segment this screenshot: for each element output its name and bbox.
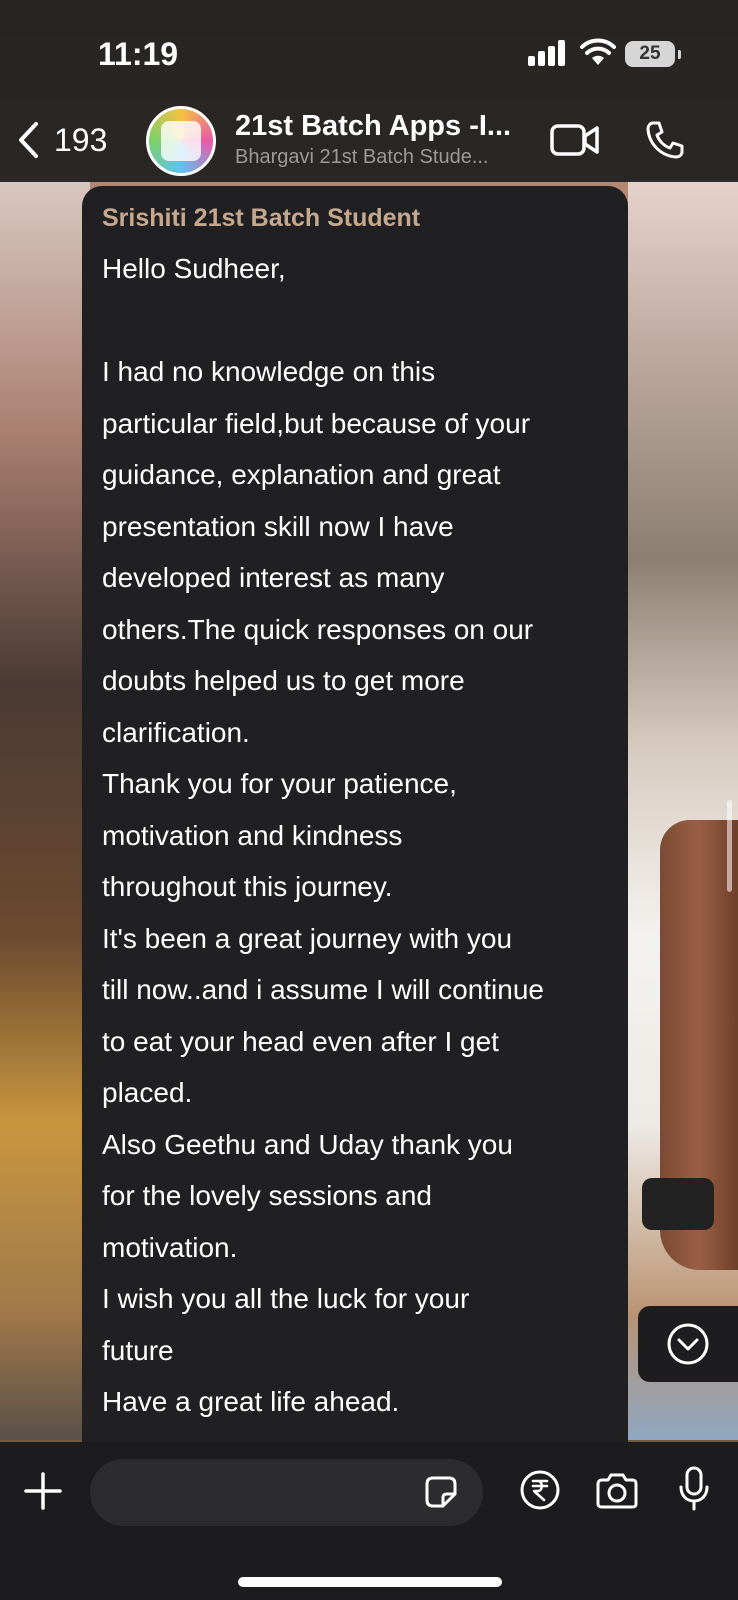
battery-icon: 25 — [625, 41, 681, 67]
message-line: motivation. — [102, 1231, 238, 1263]
message-line: others.The quick responses on our — [102, 613, 534, 645]
message-line: throughout this journey. — [102, 871, 393, 902]
message-line: motivation and kindness — [102, 819, 403, 851]
message-line: I had no knowledge on this — [102, 356, 436, 387]
payment-button[interactable] — [519, 1469, 561, 1516]
wallpaper-left-region — [0, 180, 90, 1440]
message-bubble[interactable]: Srishiti 21st Batch Student Hello Sudhee… — [82, 186, 628, 1446]
message-line: Also Geethu and Uday thank you — [102, 1128, 513, 1160]
phone-icon — [646, 121, 684, 159]
unread-count: 193 — [54, 121, 108, 158]
message-line: clarification. — [102, 716, 250, 748]
wallpaper-watch — [642, 1178, 714, 1230]
message-line: I wish you all the luck for your — [102, 1283, 470, 1314]
message-line: placed. — [102, 1077, 193, 1108]
chat-title[interactable]: 21st Batch Apps -I... — [235, 110, 511, 143]
message-line: developed interest as many — [102, 562, 445, 593]
message-line: Have a great life ahead. — [102, 1386, 400, 1417]
rupee-icon — [520, 1470, 560, 1510]
message-sender-name[interactable]: Srishiti 21st Batch Student — [102, 204, 610, 233]
message-line: for the lovely sessions and — [102, 1180, 432, 1211]
message-line: to eat your head even after I get — [102, 1025, 499, 1057]
sticker-button[interactable] — [423, 1474, 459, 1515]
microphone-icon — [679, 1466, 709, 1511]
message-line: guidance, explanation and great — [102, 459, 501, 490]
cellular-signal-icon — [528, 40, 568, 66]
camera-icon — [596, 1473, 638, 1509]
scroll-indicator[interactable] — [727, 800, 732, 892]
chevron-down-circle-icon — [667, 1323, 709, 1365]
message-line: future — [102, 1334, 174, 1366]
chat-subtitle[interactable]: Bhargavi 21st Batch Stude... — [235, 146, 489, 169]
scroll-to-bottom-button[interactable] — [638, 1306, 738, 1382]
video-camera-icon — [550, 124, 599, 156]
back-button[interactable]: 193 — [16, 120, 107, 160]
message-body: Hello Sudheer, I had no knowledge on this… — [102, 243, 610, 1428]
microphone-button[interactable] — [678, 1466, 710, 1517]
voice-call-button[interactable] — [645, 120, 685, 165]
message-line: particular field,but because of your — [102, 407, 531, 439]
video-call-button[interactable] — [550, 122, 600, 163]
home-indicator[interactable] — [238, 1577, 502, 1587]
sticker-icon — [425, 1476, 457, 1508]
status-bar: 11:19 25 — [0, 0, 738, 100]
message-line: presentation skill now I have — [102, 510, 454, 542]
message-line: doubts helped us to get more — [102, 665, 465, 696]
message-line: Thank you for your patience, — [102, 768, 457, 799]
chevron-left-icon — [19, 122, 38, 158]
group-avatar[interactable] — [146, 106, 216, 176]
message-line: It's been a great journey with you — [102, 922, 513, 954]
message-line: Hello Sudheer, — [102, 253, 286, 284]
status-time: 11:19 — [98, 36, 179, 72]
message-line — [102, 295, 610, 347]
camera-button[interactable] — [594, 1472, 640, 1515]
wifi-icon — [580, 38, 616, 71]
plus-icon — [24, 1472, 62, 1510]
attach-button[interactable] — [24, 1472, 62, 1515]
chat-header: 193 21st Batch Apps -I... Bhargavi 21st … — [0, 100, 738, 182]
message-line: till now..and i assume I will continue — [102, 974, 544, 1005]
